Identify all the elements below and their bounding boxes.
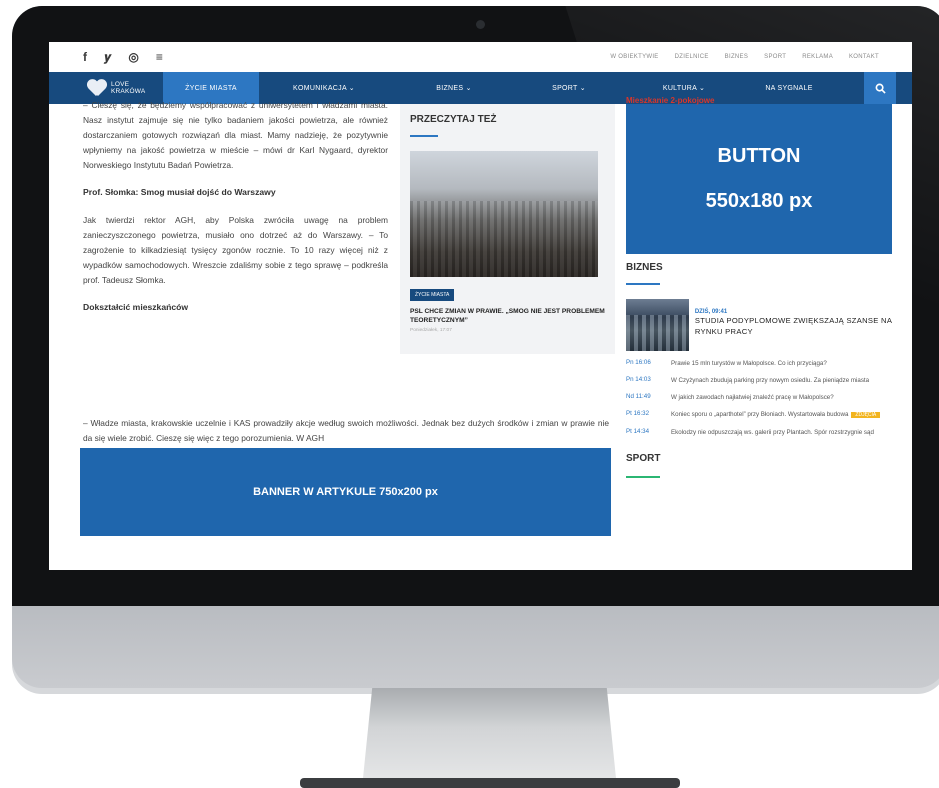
read-also-box: PRZECZYTAJ TEŻ ŻYCIE MIASTA PSL CHCE ZMI… [400,104,615,354]
news-time: Pt 16:32 [626,410,650,417]
news-item[interactable]: Pt 14:34 Ekolodzy nie odpuszczają ws. ga… [626,428,892,437]
toplink-kontakt[interactable]: KONTAKT [849,54,879,60]
news-title[interactable]: W Czyżynach zbudują parking przy nowym o… [671,376,886,385]
search-icon [875,83,886,94]
section-underline [410,135,438,137]
monitor-stand [362,688,617,788]
top-bar: f 𝒚 ◎ ≡ W OBIEKTYWIE DZIELNICE BIZNES SP… [49,42,912,72]
heart-logo-icon [87,80,107,96]
category-badge[interactable]: ŻYCIE MIASTA [410,289,455,301]
section-underline [626,283,660,285]
page-content: – Cieszę się, że będziemy współpracować … [49,96,912,570]
article-paragraph-3: – Władze miasta, krakowskie uczelnie i K… [83,418,609,443]
ad-label-line1: BUTTON [717,145,801,167]
section-underline [626,476,660,478]
news-time: Nd 11:49 [626,393,651,400]
monitor-chin [12,606,939,688]
news-item[interactable]: Pn 16:06 Prawie 15 mln turystów w Małopo… [626,359,892,368]
article-body: – Cieszę się, że będziemy współpracować … [83,100,388,328]
instagram-icon[interactable]: ◎ [128,50,138,64]
social-links: f 𝒚 ◎ ≡ [83,50,163,65]
news-item[interactable]: Pn 14:03 W Czyżynach zbudują parking prz… [626,376,892,385]
biznes-section-title[interactable]: BIZNES [626,262,892,273]
logo-line1: LOVE [111,81,130,88]
article-heading-2: Dokształcić mieszkańców [83,302,189,312]
biznes-featured-title[interactable]: STUDIA PODYPLOMOWE ZWIĘKSZAJĄ SZANSE NA … [695,315,892,337]
news-time: Pt 14:34 [626,428,650,435]
sidebar-button-ad[interactable]: BUTTON 550x180 px [626,104,892,254]
news-item[interactable]: Pt 16:32 Koniec sporu o „aparthotel” prz… [626,410,892,420]
sidebar: Mieszkanie 2-pokojowe BUTTON 550x180 px … [626,96,892,478]
read-also-image[interactable] [410,151,598,277]
banner-label: BANNER W ARTYKULE 750x200 px [253,486,438,498]
nav-na-sygnale[interactable]: NA SYGNALE [749,72,829,104]
search-button[interactable] [864,72,896,104]
stand-base [300,778,680,788]
sport-section-title[interactable]: SPORT [626,453,892,464]
twitter-icon[interactable]: 𝒚 [104,50,111,65]
read-also-headline[interactable]: PSL CHCE ZMIAN W PRAWIE. „SMOG NIE JEST … [410,307,605,325]
toplink-sport[interactable]: SPORT [764,54,786,60]
nav-biznes[interactable]: BIZNES ⌄ [389,72,519,104]
website-screen: f 𝒚 ◎ ≡ W OBIEKTYWIE DZIELNICE BIZNES SP… [49,42,912,570]
article-banner-ad[interactable]: BANNER W ARTYKULE 750x200 px [80,448,611,536]
toplink-w-obiektywie[interactable]: W OBIEKTYWIE [610,54,658,60]
read-also-title: PRZECZYTAJ TEŻ [410,114,497,125]
nav-sport[interactable]: SPORT ⌄ [519,72,619,104]
toplink-biznes[interactable]: BIZNES [725,54,748,60]
toplink-reklama[interactable]: REKLAMA [802,54,833,60]
ad-label-line2: 550x180 px [705,190,813,212]
article-heading-1: Prof. Słomka: Smog musiał dojść do Warsz… [83,187,276,197]
toplink-dzielnice[interactable]: DZIELNICE [675,54,709,60]
news-list: Pn 16:06 Prawie 15 mln turystów w Małopo… [626,359,892,437]
article-paragraph-1: – Cieszę się, że będziemy współpracować … [83,100,388,170]
article-body-wide: – Władze miasta, krakowskie uczelnie i K… [83,416,609,446]
biznes-featured-image[interactable] [626,299,689,351]
news-title[interactable]: Ekolodzy nie odpuszczają ws. galerii prz… [671,428,886,437]
rss-icon[interactable]: ≡ [156,50,163,64]
news-title[interactable]: Prawie 15 mln turystów w Małopolsce. Co … [671,359,886,368]
news-time: Pn 16:06 [626,359,651,366]
biznes-featured[interactable]: DZIŚ, 09:41 STUDIA PODYPLOMOWE ZWIĘKSZAJ… [626,299,892,351]
news-title[interactable]: Koniec sporu o „aparthotel” przy Błoniac… [671,411,848,418]
ad-top-text: Mieszkanie 2-pokojowe [626,96,715,105]
news-title[interactable]: W jakich zawodach najłatwiej znaleźć pra… [671,393,886,402]
article-paragraph-2: Jak twierdzi rektor AGH, aby Polska zwró… [83,215,388,285]
photos-badge: ZDJĘCIA [851,412,881,418]
logo-line2: KRAKÓWA [111,88,146,95]
news-time: Pn 14:03 [626,376,651,383]
read-also-date: Poniedziałek, 17:07 [410,328,452,333]
facebook-icon[interactable]: f [83,50,87,64]
news-item[interactable]: Nd 11:49 W jakich zawodach najłatwiej zn… [626,393,892,402]
camera-icon [476,20,485,29]
top-links: W OBIEKTYWIE DZIELNICE BIZNES SPORT REKL… [610,54,879,60]
